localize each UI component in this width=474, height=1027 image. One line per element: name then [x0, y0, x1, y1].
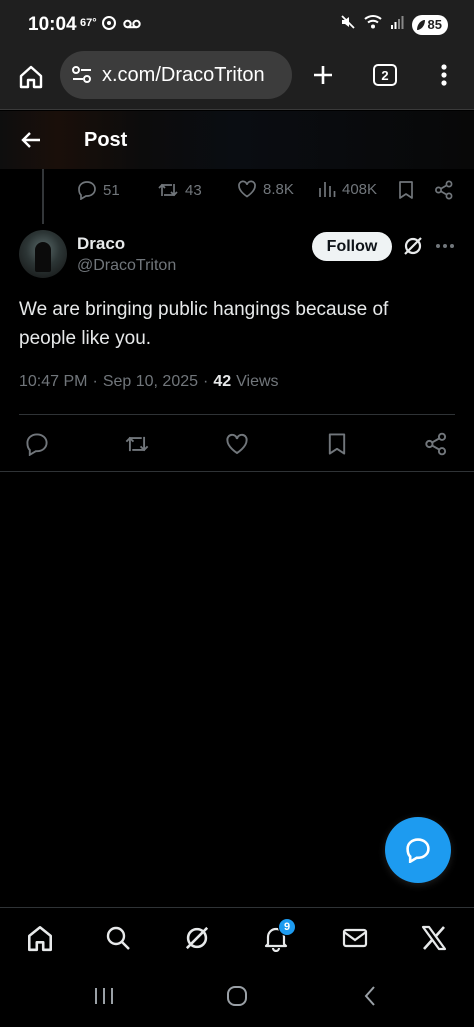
system-back-icon	[364, 986, 375, 1006]
divider	[0, 471, 474, 472]
messages-icon	[342, 928, 368, 948]
search-icon	[106, 926, 130, 950]
system-back-button[interactable]	[352, 981, 388, 1011]
menu-icon	[441, 64, 447, 86]
tweet-meta: 10:47 PM · Sep 10, 2025 · 42 Views	[19, 373, 279, 391]
voicemail-icon	[123, 17, 141, 35]
new-tab-button[interactable]	[306, 58, 340, 92]
parent-views-button[interactable]: 408K	[318, 180, 377, 198]
site-settings-icon[interactable]	[70, 63, 94, 87]
grok-button[interactable]	[400, 233, 426, 259]
page-title: Post	[84, 129, 128, 151]
status-time: 10:04	[28, 14, 77, 35]
signal-icon	[390, 15, 404, 34]
mute-icon	[340, 14, 356, 35]
battery-leaf-icon	[416, 19, 425, 30]
tweet-date[interactable]: Sep 10, 2025	[103, 373, 198, 391]
sync-icon	[101, 15, 117, 36]
avatar[interactable]	[19, 230, 67, 278]
repost-icon	[158, 183, 178, 197]
reply-icon	[26, 433, 48, 456]
recent-apps-button[interactable]	[86, 981, 122, 1011]
views-label: Views	[236, 373, 279, 390]
new-tab-icon	[314, 66, 332, 84]
wifi-icon	[363, 14, 382, 35]
share-button[interactable]	[420, 428, 452, 460]
browser-toolbar: x.com/DracoTriton 2	[0, 50, 474, 110]
nav-home[interactable]	[22, 920, 58, 956]
bottom-navigation: 9	[0, 907, 474, 967]
tweet-text: We are bringing public hangings because …	[19, 299, 389, 349]
parent-like-button[interactable]: 8.8K	[237, 180, 294, 198]
like-button[interactable]	[221, 428, 253, 460]
parent-reply-count: 51	[103, 181, 120, 199]
parent-tweet-actions: 51 43 8.8K 408K	[0, 180, 474, 208]
grok-icon	[185, 926, 209, 950]
status-notification-icons	[101, 15, 141, 36]
nav-x-premium[interactable]	[416, 920, 452, 956]
bookmark-icon	[328, 433, 346, 455]
status-temperature: 67°	[80, 17, 97, 29]
system-navigation	[0, 967, 474, 1027]
tweet-action-bar	[0, 428, 474, 460]
repost-button[interactable]	[121, 428, 153, 460]
share-icon	[425, 432, 447, 456]
nav-grok[interactable]	[179, 920, 215, 956]
views-icon	[319, 182, 336, 197]
address-bar[interactable]: x.com/DracoTriton	[60, 51, 292, 99]
more-options-button[interactable]	[432, 233, 458, 259]
tweet-time[interactable]: 10:47 PM	[19, 373, 87, 391]
home-icon	[19, 65, 43, 89]
tabs-button[interactable]: 2	[373, 64, 397, 86]
nav-search[interactable]	[100, 920, 136, 956]
parent-share-button[interactable]	[434, 180, 454, 200]
home-button[interactable]	[14, 60, 48, 94]
status-bar: 10:04 67° 85	[0, 0, 474, 50]
more-horizontal-icon	[436, 244, 454, 248]
follow-button[interactable]: Follow	[312, 232, 392, 261]
parent-like-count: 8.8K	[263, 180, 294, 198]
back-arrow-icon	[21, 132, 40, 148]
bookmark-button[interactable]	[321, 428, 353, 460]
back-button[interactable]	[18, 127, 44, 153]
bookmark-icon	[399, 181, 413, 199]
repost-icon	[125, 436, 149, 452]
reply-bubble-icon	[406, 838, 430, 863]
parent-repost-button[interactable]: 43	[157, 180, 202, 200]
parent-repost-count: 43	[185, 181, 202, 199]
grok-icon	[404, 237, 422, 255]
notification-badge: 9	[278, 918, 296, 936]
compose-reply-fab[interactable]	[385, 817, 451, 883]
views-count: 42	[213, 373, 232, 390]
reply-icon	[78, 181, 96, 200]
heart-icon	[226, 433, 248, 455]
reply-button[interactable]	[21, 428, 53, 460]
battery-indicator: 85	[411, 14, 448, 35]
parent-bookmark-button[interactable]	[398, 180, 414, 200]
parent-view-count: 408K	[342, 180, 378, 198]
share-icon	[435, 180, 453, 200]
url-text: x.com/DracoTriton	[102, 63, 265, 86]
heart-icon	[238, 180, 256, 198]
x-logo-icon	[421, 925, 447, 951]
avatar-figure	[35, 242, 51, 272]
home-icon	[28, 926, 52, 952]
status-system-icons: 85	[340, 14, 448, 35]
author-name[interactable]: Draco	[77, 234, 125, 254]
post-header: Post	[0, 111, 474, 169]
system-home-icon	[227, 986, 247, 1006]
meta-separator: ·	[92, 373, 98, 390]
meta-separator: ·	[203, 373, 209, 390]
author-handle[interactable]: @DracoTriton	[77, 257, 176, 275]
system-home-button[interactable]	[219, 981, 255, 1011]
nav-messages[interactable]	[337, 920, 373, 956]
recent-apps-icon	[95, 988, 113, 1004]
parent-reply-button[interactable]: 51	[77, 180, 120, 200]
browser-menu-button[interactable]	[430, 58, 458, 92]
battery-level: 85	[427, 17, 442, 32]
divider	[19, 414, 455, 415]
